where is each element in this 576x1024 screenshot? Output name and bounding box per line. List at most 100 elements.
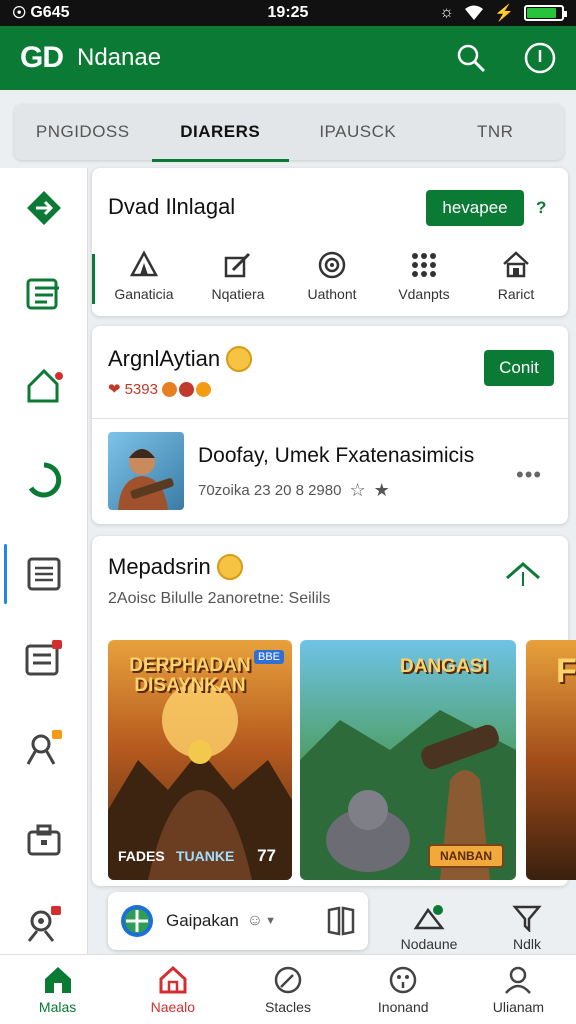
app-bar: GD Ndanae <box>0 26 576 90</box>
chip-label: Gaipakan <box>166 911 239 930</box>
overview-title: Dvad Ilnlagal <box>108 194 236 219</box>
app-logo: GD <box>20 41 64 74</box>
activity-meta: ❤ 5393 <box>108 380 211 398</box>
more-icon[interactable]: ••• <box>516 462 542 488</box>
primary-button[interactable]: hevapee <box>426 190 524 226</box>
nav-label: Inonand <box>377 998 429 1015</box>
carrier: ☉ G645 <box>12 3 69 23</box>
wifi-icon <box>465 5 484 20</box>
game-footer-left: FADES <box>118 848 165 864</box>
nav-item-0[interactable]: Malas <box>0 955 115 1024</box>
status-icons: ☼ ⚡ <box>439 3 567 23</box>
briefcase-icon <box>27 824 61 856</box>
emoji-picker-icon: ☺ <box>246 912 264 929</box>
game-footer-mid: TUANKE <box>176 848 235 864</box>
toolbar-action-0[interactable]: Nodaune <box>392 904 466 952</box>
user-gear-icon <box>27 906 61 942</box>
sidebar-item-document[interactable] <box>0 544 88 604</box>
inbox-icon <box>25 640 62 676</box>
nav-label: Ulianam <box>492 998 545 1015</box>
quick-action-label: Ganaticia <box>114 286 174 302</box>
item-thumbnail[interactable] <box>108 432 184 510</box>
home-outline-icon <box>159 965 187 993</box>
star-outline-icon[interactable]: ☆ <box>349 480 365 501</box>
quick-action-label: Rarict <box>497 286 535 302</box>
help-icon[interactable]: ? <box>536 198 546 218</box>
grid-icon <box>412 253 436 277</box>
home-icon <box>27 368 63 403</box>
tab-1[interactable]: DIARERS <box>151 104 290 162</box>
globe-icon <box>121 905 153 937</box>
connect-button[interactable]: Conit <box>484 350 554 386</box>
nav-item-3[interactable]: Inonand <box>346 955 461 1024</box>
game-title: DERPHADAN DISAYNKAN <box>129 655 251 696</box>
activity-header: ArgnlAytian <box>108 346 253 372</box>
tab-3[interactable]: TNR <box>427 104 565 160</box>
tent-icon <box>129 250 159 277</box>
sidebar-item-refresh[interactable] <box>0 450 88 510</box>
quick-action-label: Vdanpts <box>398 286 450 302</box>
list-icon <box>26 278 59 310</box>
musician-illustration <box>118 449 174 510</box>
quick-action-label: Nqatiera <box>211 286 265 302</box>
quick-action-2[interactable]: Uathont <box>284 250 380 302</box>
game-tile-2[interactable]: F <box>526 640 576 880</box>
featured-header: Mepadsrin <box>108 554 243 580</box>
sidebar-item-arrow[interactable] <box>0 178 88 238</box>
game-tile-0[interactable]: DERPHADAN DISAYNKAN BBE FADES TUANKE 77 <box>108 640 292 880</box>
search-icon[interactable] <box>456 43 486 73</box>
quick-action-3[interactable]: Vdanpts <box>376 250 472 302</box>
nav-item-4[interactable]: Ulianam <box>461 955 576 1024</box>
bottom-nav: Malas Naealo Stacles Inonand Ulianam <box>0 954 576 1024</box>
quick-action-4[interactable]: Rarict <box>468 250 564 302</box>
quick-action-label: Uathont <box>307 286 357 302</box>
chevron-down-icon: ▼ <box>265 915 277 927</box>
nav-item-2[interactable]: Stacles <box>230 955 345 1024</box>
book-icon[interactable] <box>326 906 356 936</box>
item-title[interactable]: Doofay, Umek Fxatenasimicis <box>198 444 474 468</box>
sidebar-item-person[interactable] <box>0 718 88 778</box>
sidebar-item-briefcase[interactable] <box>0 810 88 870</box>
activity-card: ArgnlAytian ❤ 5393 Conit Doofay, Umek Fx… <box>92 326 568 524</box>
sidebar-item-home[interactable] <box>0 356 88 416</box>
game-tile-1[interactable]: DANGASI NANBAN <box>300 640 516 880</box>
quick-action-1[interactable]: Nqatiera <box>190 250 286 302</box>
quick-action-0[interactable]: Ganaticia <box>96 250 192 302</box>
badge-icons <box>161 381 211 397</box>
home-icon <box>44 966 71 993</box>
face-icon <box>389 966 417 993</box>
person-icon <box>26 730 62 765</box>
sidebar-item-inbox[interactable] <box>0 628 88 688</box>
toolbar-action-label: Ndlk <box>512 936 541 952</box>
expand-icon[interactable] <box>504 558 542 588</box>
divider <box>92 418 568 419</box>
carrier-label: G645 <box>30 4 70 21</box>
emoji-icon <box>226 346 253 372</box>
arrow-right-icon <box>27 191 61 225</box>
nav-label: Stacles <box>265 998 311 1015</box>
nav-item-1[interactable]: Naealo <box>115 955 230 1024</box>
tab-2[interactable]: IPAUSCK <box>289 104 427 160</box>
signal-icon: ⚡ <box>494 5 514 22</box>
tab-0[interactable]: PNGIDOSS <box>14 104 152 160</box>
item-meta-row: 70zoika 23 20 8 2980 ☆ ★ <box>198 480 390 501</box>
sidebar-item-list[interactable] <box>0 264 88 324</box>
nav-label: Naealo <box>150 998 195 1015</box>
carrier-icon: ☉ <box>12 5 27 22</box>
activity-title: ArgnlAytian <box>108 346 221 371</box>
item-meta: 70zoika 23 20 8 2980 <box>198 482 342 499</box>
house-icon <box>503 251 529 278</box>
heart-icon: ❤ <box>108 381 121 398</box>
leaf-icon <box>274 966 302 993</box>
selector-chip[interactable]: Gaipakan ☺ ▼ <box>108 892 368 950</box>
game-footer-right: NANBAN <box>428 844 504 868</box>
status-bar: ☉ G645 19:25 ☼ ⚡ <box>0 0 576 26</box>
alarm-icon: ☼ <box>439 4 455 21</box>
info-icon[interactable] <box>524 42 556 74</box>
battery-icon <box>524 5 567 21</box>
battery-level <box>527 8 556 18</box>
sidebar-item-user-gear[interactable] <box>0 894 88 954</box>
toolbar-action-1[interactable]: Ndlk <box>492 904 562 952</box>
star-icon[interactable]: ★ <box>374 480 390 501</box>
card-accent <box>92 254 95 304</box>
